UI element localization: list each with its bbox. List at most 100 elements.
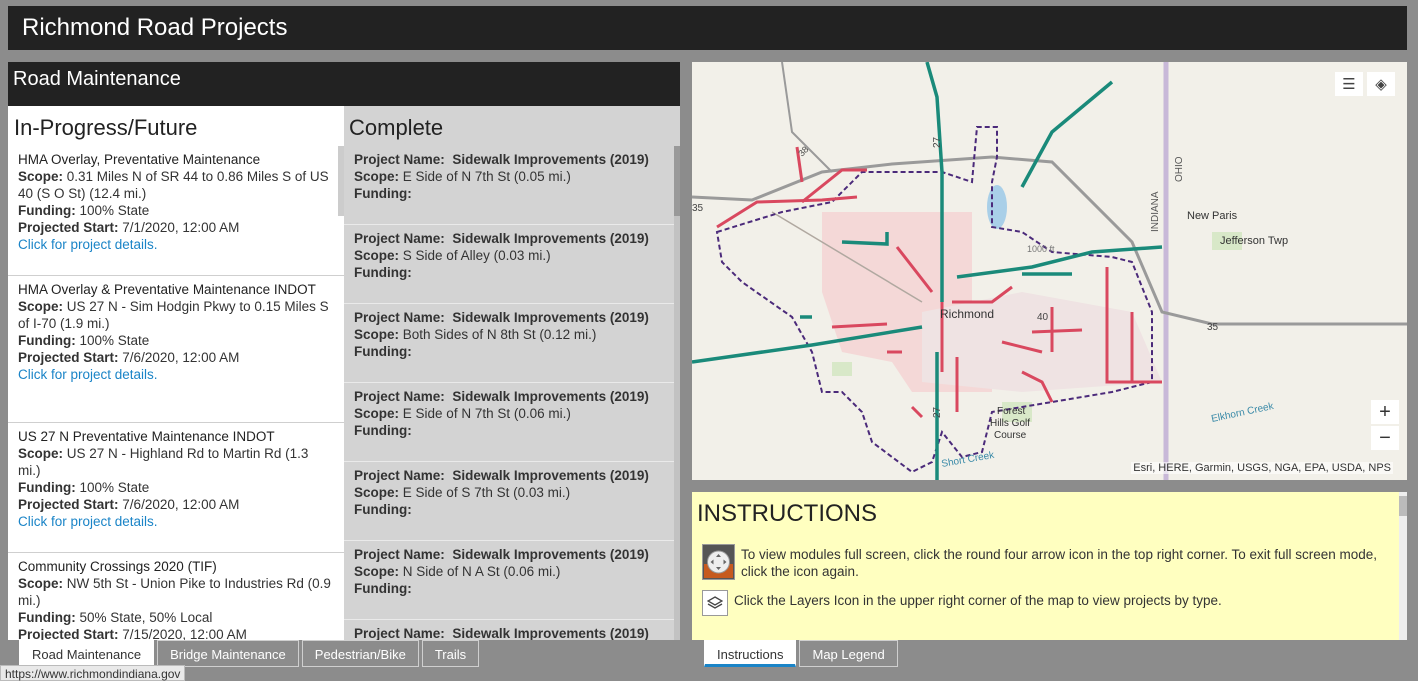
legend-list-icon[interactable]: ☰	[1335, 72, 1363, 96]
project-details-link[interactable]: Click for project details.	[18, 236, 334, 253]
funding-label: Funding:	[354, 423, 412, 438]
funding-label: Funding:	[354, 581, 412, 596]
tab-instructions[interactable]: Instructions	[704, 640, 797, 667]
start-value: 7/1/2020, 12:00 AM	[122, 220, 240, 235]
instructions-panel: INSTRUCTIONS To view modules full screen…	[692, 492, 1407, 640]
tab-trails[interactable]: Trails	[421, 640, 480, 667]
name-label: Project Name:	[354, 468, 445, 483]
funding-label: Funding:	[18, 480, 76, 495]
project-details-link[interactable]: Click for project details.	[18, 366, 334, 383]
scroll-thumb[interactable]	[1399, 496, 1407, 516]
complete-scrollbar[interactable]	[674, 146, 680, 640]
project-name: US 27 N Preventative Maintenance INDOT	[18, 429, 275, 444]
start-label: Projected Start:	[18, 627, 119, 640]
scope-label: Scope:	[18, 446, 64, 461]
scope-value: US 27 N - Sim Hodgin Pkwy to 0.15 Miles …	[18, 299, 329, 331]
scope-label: Scope:	[354, 564, 400, 579]
layers-icon[interactable]: ◈	[1367, 72, 1395, 96]
lake	[987, 185, 1007, 229]
list-item[interactable]: HMA Overlay, Preventative Maintenance Sc…	[8, 146, 344, 276]
instructions-scrollbar[interactable]	[1399, 492, 1407, 640]
scroll-thumb[interactable]	[674, 146, 680, 216]
list-item[interactable]: US 27 N Preventative Maintenance INDOT S…	[8, 423, 344, 553]
name-label: Project Name:	[354, 547, 445, 562]
project-name: Sidewalk Improvements (2019)	[452, 626, 649, 640]
map-canvas[interactable]: Richmond New Paris Jefferson Twp INDIANA…	[692, 62, 1407, 480]
instructions-title: INSTRUCTIONS	[697, 500, 877, 527]
scope-label: Scope:	[354, 169, 400, 184]
funding-value: 100% State	[79, 333, 150, 348]
name-label: Project Name:	[354, 389, 445, 404]
start-value: 7/6/2020, 12:00 AM	[122, 350, 240, 365]
start-value: 7/15/2020, 12:00 AM	[122, 627, 247, 640]
funding-value: 100% State	[79, 203, 150, 218]
project-name: Sidewalk Improvements (2019)	[452, 152, 649, 167]
complete-list: Project Name: Sidewalk Improvements (201…	[344, 146, 674, 640]
label-indiana: INDIANA	[1150, 191, 1161, 232]
scope-value: E Side of N 7th St (0.06 mi.)	[402, 406, 571, 421]
scope-label: Scope:	[18, 576, 64, 591]
layers-icon	[702, 590, 728, 616]
instruction-layers-text: Click the Layers Icon in the upper right…	[734, 593, 1222, 608]
left-tabbar: Road Maintenance Bridge Maintenance Pede…	[19, 640, 480, 668]
label-route-40: 40	[1037, 312, 1049, 323]
funding-label: Funding:	[354, 502, 412, 517]
instruction-fullscreen-text: To view modules full screen, click the r…	[741, 547, 1378, 579]
label-ohio: OHIO	[1174, 156, 1185, 182]
project-name: Community Crossings 2020 (TIF)	[18, 559, 217, 574]
tab-map-legend[interactable]: Map Legend	[799, 640, 898, 667]
name-label: Project Name:	[354, 626, 445, 640]
funding-label: Funding:	[354, 265, 412, 280]
funding-value: 100% State	[79, 480, 150, 495]
name-label: Project Name:	[354, 152, 445, 167]
funding-value: 50% State, 50% Local	[79, 610, 213, 625]
label-richmond: Richmond	[940, 307, 994, 321]
project-details-link[interactable]: Click for project details.	[18, 513, 334, 530]
project-name: Sidewalk Improvements (2019)	[452, 468, 649, 483]
instruction-row: Click the Layers Icon in the upper right…	[692, 580, 1407, 616]
scope-label: Scope:	[354, 248, 400, 263]
tab-pedestrian-bike[interactable]: Pedestrian/Bike	[301, 640, 419, 667]
road-maintenance-panel: Road Maintenance In-Progress/Future HMA …	[8, 62, 680, 640]
scope-value: Both Sides of N 8th St (0.12 mi.)	[402, 327, 597, 342]
scope-label: Scope:	[354, 485, 400, 500]
zoom-in-button[interactable]: +	[1371, 400, 1399, 424]
funding-label: Funding:	[354, 344, 412, 359]
scope-value: E Side of S 7th St (0.03 mi.)	[402, 485, 571, 500]
list-item[interactable]: Community Crossings 2020 (TIF) Scope: NW…	[8, 553, 344, 640]
list-item[interactable]: Project Name: Sidewalk Improvements (201…	[344, 462, 674, 541]
project-name: Sidewalk Improvements (2019)	[452, 231, 649, 246]
list-item[interactable]: Project Name: Sidewalk Improvements (201…	[344, 620, 674, 640]
project-name: HMA Overlay & Preventative Maintenance I…	[18, 282, 316, 297]
project-name: HMA Overlay, Preventative Maintenance	[18, 152, 261, 167]
list-item[interactable]: Project Name: Sidewalk Improvements (201…	[344, 383, 674, 462]
start-label: Projected Start:	[18, 220, 119, 235]
list-item[interactable]: HMA Overlay & Preventative Maintenance I…	[8, 276, 344, 423]
list-item[interactable]: Project Name: Sidewalk Improvements (201…	[344, 304, 674, 383]
scope-label: Scope:	[354, 406, 400, 421]
tab-bridge-maintenance[interactable]: Bridge Maintenance	[157, 640, 299, 667]
zoom-out-button[interactable]: −	[1371, 426, 1399, 450]
status-url: https://www.richmondindiana.gov	[0, 665, 186, 681]
map-view[interactable]: Richmond New Paris Jefferson Twp INDIANA…	[692, 62, 1407, 480]
funding-label: Funding:	[18, 333, 76, 348]
fullscreen-icon	[702, 544, 735, 580]
funding-label: Funding:	[18, 203, 76, 218]
scope-value: E Side of N 7th St (0.05 mi.)	[402, 169, 571, 184]
list-item[interactable]: Project Name: Sidewalk Improvements (201…	[344, 541, 674, 620]
instruction-row: To view modules full screen, click the r…	[692, 536, 1407, 580]
complete-column: Complete Project Name: Sidewalk Improvem…	[344, 106, 680, 640]
scope-value: N Side of N A St (0.06 mi.)	[402, 564, 561, 579]
app-title: Richmond Road Projects	[22, 14, 288, 41]
label-route-27-n: 27	[932, 136, 943, 148]
map-attribution: Esri, HERE, Garmin, USGS, NGA, EPA, USDA…	[1131, 462, 1393, 474]
list-item[interactable]: Project Name: Sidewalk Improvements (201…	[344, 146, 674, 225]
scope-label: Scope:	[18, 169, 64, 184]
project-name: Sidewalk Improvements (2019)	[452, 547, 649, 562]
scope-label: Scope:	[18, 299, 64, 314]
tab-road-maintenance[interactable]: Road Maintenance	[19, 640, 155, 667]
name-label: Project Name:	[354, 231, 445, 246]
project-name: Sidewalk Improvements (2019)	[452, 389, 649, 404]
list-item[interactable]: Project Name: Sidewalk Improvements (201…	[344, 225, 674, 304]
panel-header: Road Maintenance	[8, 62, 680, 106]
